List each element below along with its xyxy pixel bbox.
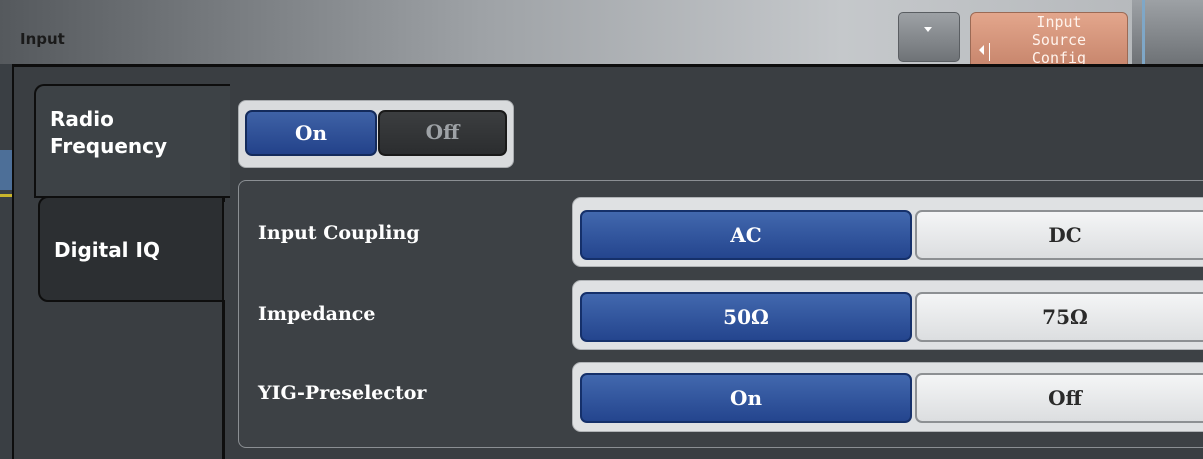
background-trace — [0, 194, 12, 197]
rf-off-button[interactable]: Off — [378, 110, 507, 156]
impedance-label: Impedance — [258, 303, 376, 325]
rf-on-button[interactable]: On — [245, 110, 377, 156]
title-bar-stripe — [1142, 0, 1145, 64]
background-marker — [0, 150, 12, 190]
softkey-divider — [989, 43, 990, 61]
tab-digital-iq[interactable]: Digital IQ — [38, 196, 224, 302]
tab-divider — [222, 300, 225, 459]
yig-preselector-off-button[interactable]: Off — [915, 373, 1203, 423]
yig-preselector-label: YIG-Preselector — [258, 382, 427, 404]
yig-preselector-on-button[interactable]: On — [580, 373, 912, 423]
impedance-75-button[interactable]: 75Ω — [915, 292, 1203, 342]
title-bar-right — [1132, 0, 1203, 64]
chevron-down-icon — [924, 27, 932, 32]
arrow-left-icon — [979, 45, 984, 55]
input-source-config-softkey[interactable]: Input Source Config — [970, 12, 1128, 72]
tab-digital-iq-label: Digital IQ — [54, 238, 160, 262]
background-strip — [0, 64, 12, 459]
input-coupling-ac-button[interactable]: AC — [580, 210, 912, 260]
impedance-50-button[interactable]: 50Ω — [580, 292, 912, 342]
input-coupling-label: Input Coupling — [258, 222, 420, 244]
tab-divider-top — [222, 196, 225, 202]
input-coupling-dc-button[interactable]: DC — [915, 210, 1203, 260]
tab-radio-frequency-label: Radio Frequency — [50, 107, 168, 158]
title-bar: Input Input Source Config — [0, 0, 1203, 72]
tab-radio-frequency[interactable]: Radio Frequency — [34, 84, 230, 198]
window-title: Input — [20, 30, 65, 48]
dropdown-button[interactable] — [898, 12, 960, 62]
softkey-label: Input Source Config — [1031, 13, 1087, 67]
